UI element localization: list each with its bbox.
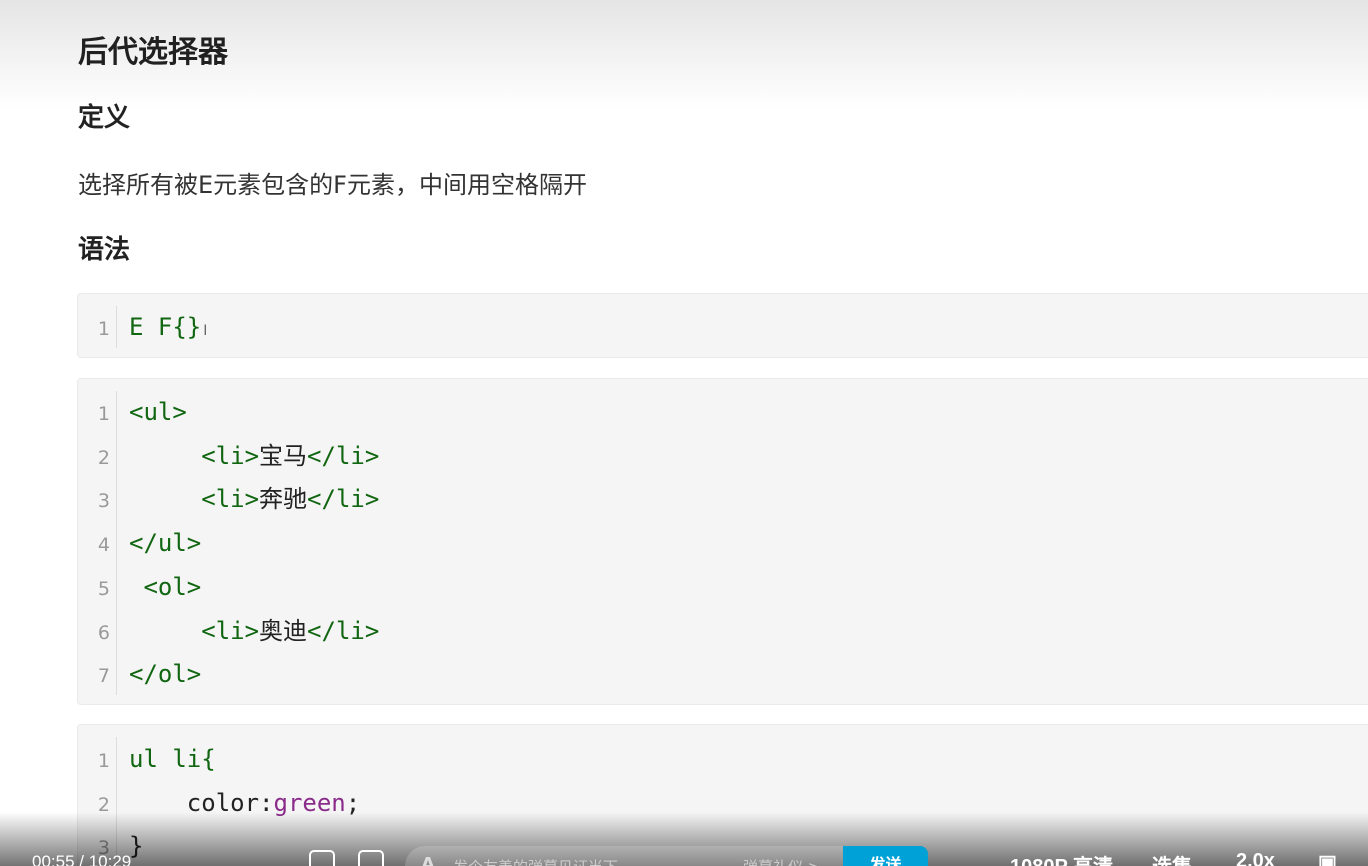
danmaku-toggle-icon[interactable] [309,850,335,866]
code-line: 1 <ul> [78,390,1368,434]
code-token: </li> [307,616,380,645]
danmaku-input[interactable]: A 发个友善的弹幕见证当下 弹幕礼仪 > [405,846,845,866]
danmaku-style-icon[interactable]: A [421,854,435,866]
code-token: ul li{ [129,745,216,773]
code-token: </li> [307,441,380,470]
line-number: 3 [97,490,110,513]
code-block-syntax[interactable]: 1 E F{} I [77,293,1368,358]
code-token: </ul> [129,529,202,558]
code-text: <ul> [129,390,187,434]
line-number: 1 [97,318,110,340]
line-number: 2 [97,446,110,469]
code-token: <ul> [129,398,187,426]
code-text: <li>奥迪</li> [129,609,379,653]
line-number: 1 [97,750,110,772]
code-line: 7 </ol> [78,652,1368,696]
page: 后代选择器 定义 选择所有被E元素包含的F元素，中间用空格隔开 语法 1 E F{… [0,0,1368,866]
code-line: 3 <li>奔驰</li> [78,477,1368,521]
line-number: 4 [97,534,110,557]
danmaku-etiquette-link[interactable]: 弹幕礼仪 > [743,856,820,866]
syntax-heading: 语法 [78,235,131,265]
video-control-bar: 00:55 / 10:29 A 发个友善的弹幕见证当下 弹幕礼仪 > 发送 10… [0,812,1368,866]
text-cursor-icon: I [203,323,208,339]
code-line: 1 E F{} I [78,305,1368,349]
code-block-html[interactable]: 1 <ul> 2 <li>宝马</li> 3 <li>奔驰</li> 4 </ul> 5 <… [77,378,1368,705]
code-token: E F{} [129,313,202,341]
code-token: <li> [201,485,260,514]
code-token: </ol> [129,660,202,689]
line-number: 5 [97,577,110,600]
code-text: </ul> [129,521,201,565]
definition-text: 选择所有被E元素包含的F元素，中间用空格隔开 [78,171,587,199]
code-line: 6 <li>奥迪</li> [78,609,1368,653]
code-line: 5 <ol> [78,565,1368,609]
code-text: </ol> [129,652,201,696]
code-text: <li>奔驰</li> [129,477,379,521]
code-token: 宝马 [259,441,308,470]
code-text: <ol> [129,565,201,609]
code-text: <li>宝马</li> [129,434,379,478]
definition-heading: 定义 [78,103,131,133]
line-number: 7 [97,665,110,688]
code-token: <li> [201,441,260,470]
line-number: 1 [97,403,110,425]
episodes-button[interactable]: 选集 [1152,850,1192,866]
code-token: </li> [307,485,380,514]
code-token: 奔驰 [259,485,308,514]
speed-button[interactable]: 2.0x [1236,850,1275,866]
code-token: <ol> [143,572,202,601]
code-text: E F{} I [129,305,207,353]
code-token: 奥迪 [259,616,308,645]
playback-time: 00:55 / 10:29 [32,852,132,866]
code-token: <li> [201,616,260,645]
code-text: ul li{ [129,737,216,781]
code-line: 2 <li>宝马</li> [78,434,1368,478]
code-line: 1 ul li{ [78,737,1368,781]
danmaku-settings-icon[interactable] [358,850,384,866]
send-button[interactable]: 发送 [843,846,928,866]
danmaku-placeholder: 发个友善的弹幕见证当下 [453,856,618,866]
subtitle-icon[interactable]: ▣ [1318,850,1337,866]
page-title: 后代选择器 [78,35,228,70]
quality-button[interactable]: 1080P 高清 [1010,850,1113,866]
line-number: 6 [97,621,110,644]
code-line: 4 </ul> [78,521,1368,565]
